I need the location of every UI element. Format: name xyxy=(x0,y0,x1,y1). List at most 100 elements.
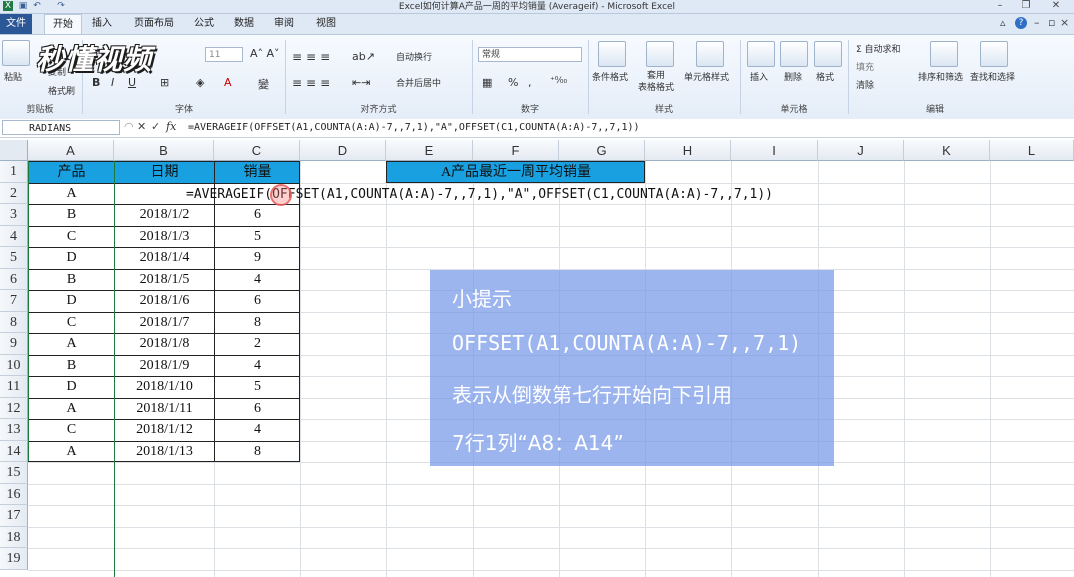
conditional-format-icon[interactable] xyxy=(598,41,626,67)
indent-icons[interactable]: ⇤⇥ xyxy=(352,76,370,89)
percent-button[interactable]: % xyxy=(508,76,518,89)
close-icon[interactable]: ✕ xyxy=(1046,0,1066,12)
table-cell-sales[interactable]: 6 xyxy=(215,290,300,311)
tab-data[interactable]: 数据 xyxy=(228,14,260,34)
header-sales[interactable]: 销量 xyxy=(215,162,300,183)
header-product[interactable]: 产品 xyxy=(29,162,114,183)
row-header-12[interactable]: 12 xyxy=(0,397,28,419)
row-header-8[interactable]: 8 xyxy=(0,311,28,333)
currency-icon[interactable]: ▦ xyxy=(482,76,492,89)
row-header-5[interactable]: 5 xyxy=(0,247,28,269)
table-cell-sales[interactable]: 4 xyxy=(215,355,300,376)
table-cell-sales[interactable]: 4 xyxy=(215,419,300,440)
row-header-13[interactable]: 13 xyxy=(0,419,28,441)
minimize-icon[interactable]: – xyxy=(990,0,1010,12)
column-header-j[interactable]: J xyxy=(818,140,904,161)
sort-filter-icon[interactable] xyxy=(930,41,958,67)
table-cell-sales[interactable]: 5 xyxy=(215,226,300,247)
table-cell-date[interactable]: 2018/1/11 xyxy=(115,398,214,419)
select-all-corner[interactable] xyxy=(0,140,28,161)
row-header-15[interactable]: 15 xyxy=(0,462,28,484)
delete-cells-icon[interactable] xyxy=(780,41,808,67)
paste-button[interactable]: 粘贴 xyxy=(4,70,22,83)
table-cell-sales[interactable]: 6 xyxy=(215,204,300,225)
tab-review[interactable]: 审阅 xyxy=(268,14,300,34)
align-left-icons[interactable]: ≡≡≡ xyxy=(292,76,334,90)
table-cell-product[interactable]: C xyxy=(29,312,114,333)
table-cell-product[interactable]: D xyxy=(29,247,114,268)
table-cell-product[interactable]: B xyxy=(29,269,114,290)
find-select-button[interactable]: 查找和选择 xyxy=(970,70,1015,83)
underline-button[interactable]: U xyxy=(128,76,136,89)
row-header-2[interactable]: 2 xyxy=(0,182,28,204)
merge-center-button[interactable]: 合并后居中 xyxy=(396,76,441,89)
table-cell-sales[interactable]: 8 xyxy=(215,312,300,333)
tab-file[interactable]: 文件 xyxy=(0,14,32,34)
table-cell-date[interactable]: 2018/1/5 xyxy=(115,269,214,290)
table-cell-sales[interactable]: 8 xyxy=(215,441,300,462)
table-cell-date[interactable]: 2018/1/3 xyxy=(115,226,214,247)
restore-icon[interactable]: ❐ xyxy=(1016,0,1036,12)
table-cell-date[interactable]: 2018/1/12 xyxy=(115,419,214,440)
cell-styles-icon[interactable] xyxy=(696,41,724,67)
table-cell-product[interactable]: A xyxy=(29,398,114,419)
tab-insert[interactable]: 插入 xyxy=(84,14,120,34)
table-cell-sales[interactable]: 6 xyxy=(215,398,300,419)
table-cell-date[interactable]: 2018/1/6 xyxy=(115,290,214,311)
tab-view[interactable]: 视图 xyxy=(310,14,342,34)
tab-page-layout[interactable]: 页面布局 xyxy=(128,14,180,34)
table-cell-date[interactable]: 2018/1/10 xyxy=(115,376,214,397)
table-cell-date[interactable]: 2018/1/7 xyxy=(115,312,214,333)
function-icon[interactable]: fx xyxy=(166,120,176,133)
cell-styles-button[interactable]: 单元格样式 xyxy=(684,70,729,83)
conditional-format-button[interactable]: 条件格式 xyxy=(592,70,628,83)
column-header-a[interactable]: A xyxy=(28,140,114,161)
table-cell-product[interactable]: B xyxy=(29,355,114,376)
orientation-icon[interactable]: ab↗ xyxy=(352,50,375,63)
clear-button[interactable]: 清除 xyxy=(856,78,874,91)
table-cell-date[interactable]: 2018/1/2 xyxy=(115,204,214,225)
table-cell-product[interactable]: B xyxy=(29,204,114,225)
name-box[interactable]: RADIANS xyxy=(2,120,120,135)
table-format-icon[interactable] xyxy=(646,41,674,67)
table-cell-date[interactable]: 2018/1/4 xyxy=(115,247,214,268)
row-header-14[interactable]: 14 xyxy=(0,440,28,462)
delete-cells-button[interactable]: 删除 xyxy=(784,70,802,83)
table-cell-product[interactable]: A xyxy=(29,333,114,354)
dropdown-icon[interactable]: ◠ xyxy=(124,120,134,133)
phonetic-icon[interactable]: 變 xyxy=(258,76,269,92)
cancel-icon[interactable]: ✕ xyxy=(137,120,146,133)
tab-formulas[interactable]: 公式 xyxy=(188,14,220,34)
table-cell-sales[interactable]: 5 xyxy=(215,376,300,397)
comma-button[interactable]: , xyxy=(528,76,532,89)
font-color-icon[interactable]: A xyxy=(224,76,232,89)
row-header-18[interactable]: 18 xyxy=(0,526,28,548)
column-header-c[interactable]: C xyxy=(214,140,300,161)
table-cell-sales[interactable]: 2 xyxy=(215,333,300,354)
number-format-combo[interactable]: 常规 xyxy=(478,47,582,62)
bold-button[interactable]: B xyxy=(92,76,100,89)
row-header-6[interactable]: 6 xyxy=(0,268,28,290)
column-header-i[interactable]: I xyxy=(731,140,818,161)
row-header-9[interactable]: 9 xyxy=(0,333,28,355)
row-header-1[interactable]: 1 xyxy=(0,161,28,183)
row-header-10[interactable]: 10 xyxy=(0,354,28,376)
column-header-l[interactable]: L xyxy=(990,140,1074,161)
grow-font-icon[interactable]: A˄ A˅ xyxy=(250,47,280,60)
fill-color-icon[interactable]: ◈ xyxy=(196,76,204,89)
wrap-text-button[interactable]: 自动换行 xyxy=(396,50,432,63)
column-header-g[interactable]: G xyxy=(559,140,645,161)
align-top-icons[interactable]: ≡≡≡ xyxy=(292,50,334,64)
fill-button[interactable]: 填充 xyxy=(856,60,874,73)
table-cell-date[interactable]: 2018/1/13 xyxy=(115,441,214,462)
insert-cells-button[interactable]: 插入 xyxy=(750,70,768,83)
sort-filter-button[interactable]: 排序和筛选 xyxy=(918,70,963,83)
table-cell-product[interactable]: C xyxy=(29,226,114,247)
table-cell-product[interactable]: D xyxy=(29,290,114,311)
table-cell-product[interactable]: A xyxy=(29,441,114,462)
enter-icon[interactable]: ✓ xyxy=(151,120,160,133)
formula-input[interactable]: =AVERAGEIF(OFFSET(A1,COUNTA(A:A)-7,,7,1)… xyxy=(188,120,640,136)
format-cells-button[interactable]: 格式 xyxy=(816,70,834,83)
autosum-button[interactable]: Σ 自动求和 xyxy=(856,42,901,55)
table-cell-date[interactable]: 2018/1/9 xyxy=(115,355,214,376)
